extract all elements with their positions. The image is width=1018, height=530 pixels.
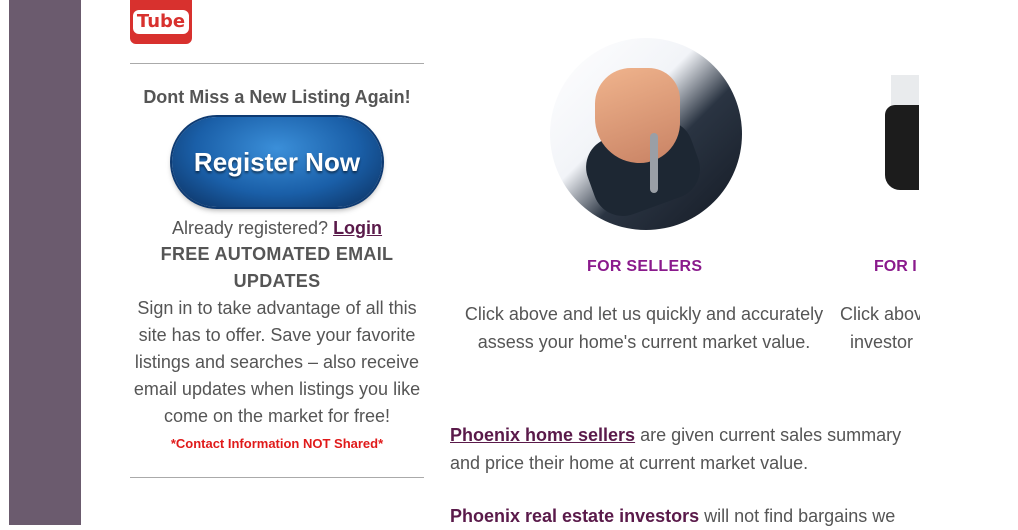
divider-top <box>130 63 424 64</box>
register-now-button[interactable]: Register Now <box>172 117 382 207</box>
sellers-blurb: Click above and let us quickly and accur… <box>456 300 832 356</box>
sellers-blurb-line1: Click above and let us quickly and accur… <box>464 304 824 324</box>
contact-note: *Contact Information NOT Shared* <box>170 436 384 451</box>
signin-description: Sign in to take advantage of all this si… <box>133 298 421 426</box>
free-updates-title: FREE AUTOMATED EMAIL UPDATES <box>160 244 394 291</box>
investors-blurb-line1: Click abov <box>840 304 920 324</box>
phoenix-home-sellers-link[interactable]: Phoenix home sellers <box>450 425 635 445</box>
for-investors-title[interactable]: FOR I <box>874 258 920 276</box>
phoenix-investors-label: Phoenix real estate investors <box>450 506 700 526</box>
investors-blurb: Click abov investor <box>840 300 920 356</box>
panel-heading: Dont Miss a New Listing Again! <box>143 87 411 107</box>
youtube-icon[interactable]: Tube <box>130 0 192 44</box>
investors-paragraph-rest: will not find bargains we <box>699 506 896 526</box>
sellers-blurb-line2: assess your home's current market value. <box>477 332 811 352</box>
already-registered-text: Already registered? <box>171 218 329 238</box>
sellers-paragraph-line2: and price their home at current market v… <box>450 453 809 473</box>
youtube-label: Tube <box>132 10 190 34</box>
sellers-paragraph-line1: Phoenix home sellers are given current s… <box>450 421 920 449</box>
seller-keys-image[interactable] <box>550 38 742 230</box>
already-registered-line: Already registered? Login <box>130 215 424 241</box>
for-sellers-title[interactable]: FOR SELLERS <box>587 258 702 276</box>
registration-panel: Dont Miss a New Listing Again! Register … <box>130 85 424 451</box>
sellers-paragraph-rest: are given current sales summary <box>635 425 902 445</box>
hand-shape <box>595 68 680 163</box>
login-link[interactable]: Login <box>333 218 382 238</box>
dark-shape <box>885 105 919 190</box>
divider-bottom <box>130 477 424 478</box>
left-decorative-bar <box>9 0 81 525</box>
key-icon <box>650 133 658 193</box>
investors-paragraph: Phoenix real estate investors will not f… <box>450 502 920 530</box>
investors-blurb-line2: investor <box>850 332 914 352</box>
investor-image[interactable] <box>885 75 919 190</box>
